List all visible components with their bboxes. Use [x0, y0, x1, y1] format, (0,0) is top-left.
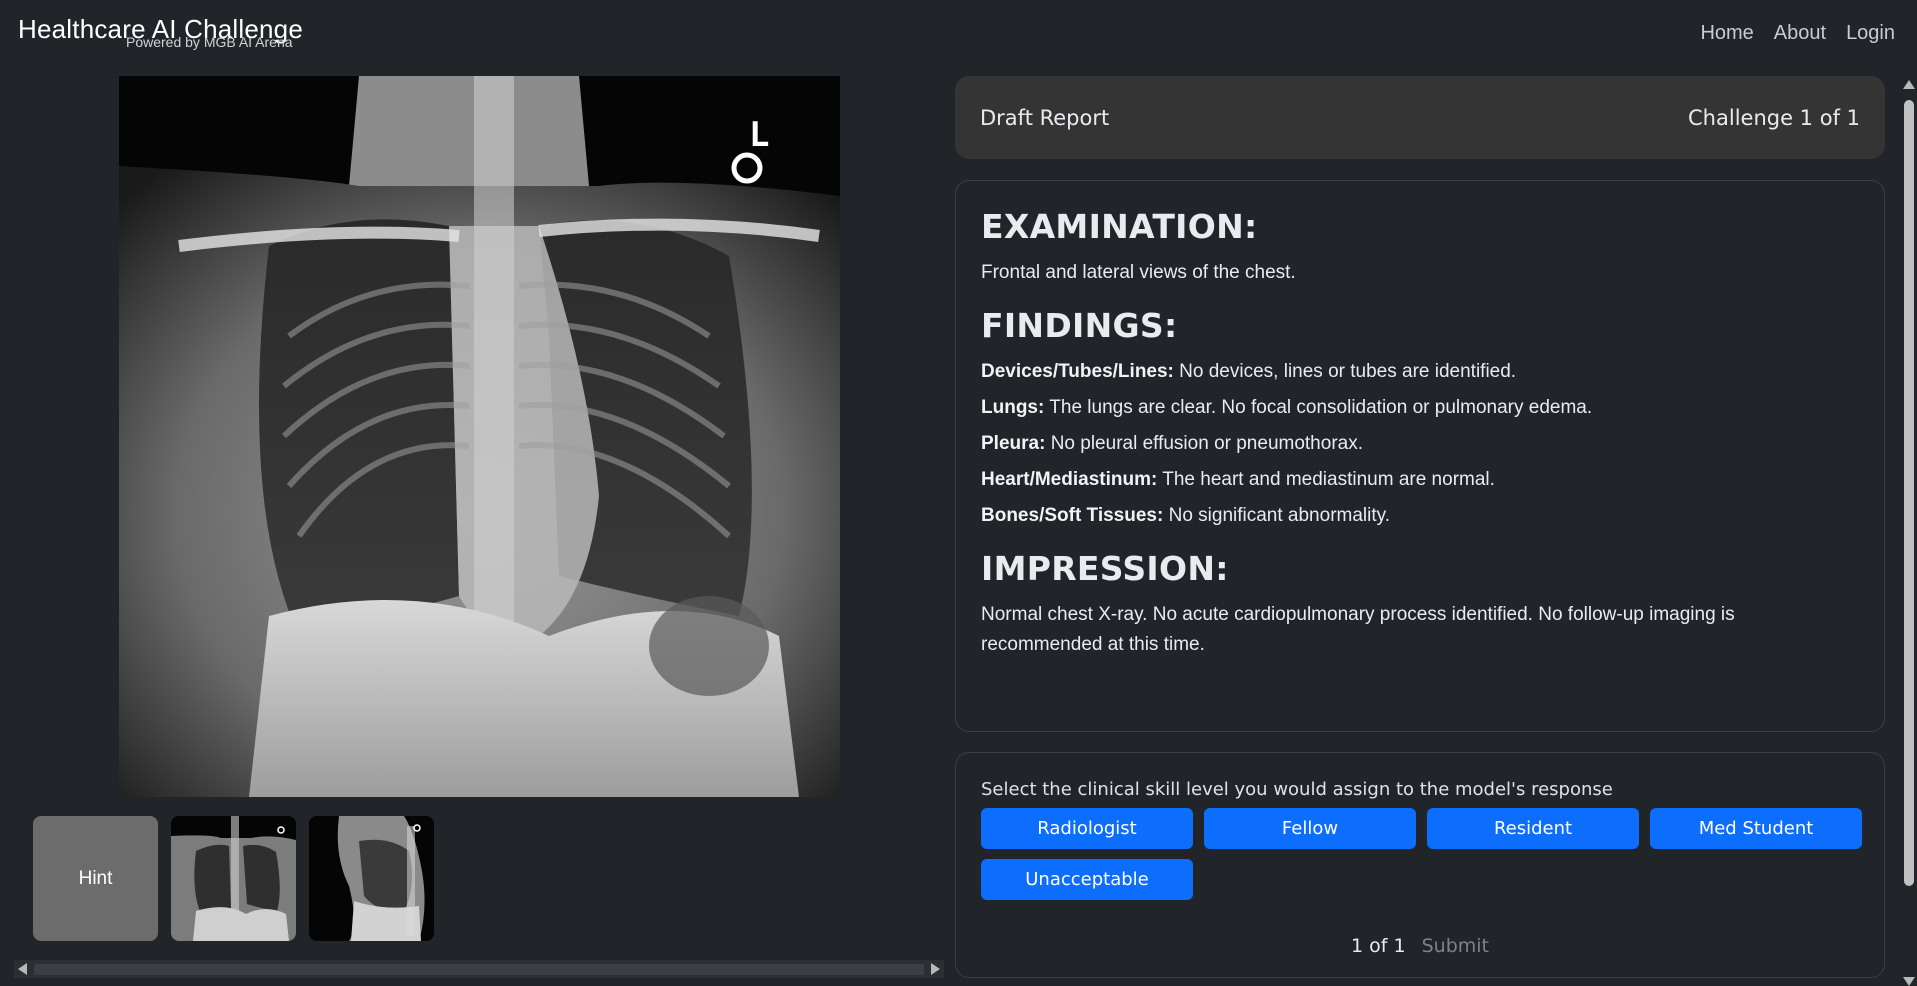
hint-button[interactable]: Hint: [33, 816, 158, 941]
finding-bones: Bones/Soft Tissues: No significant abnor…: [981, 505, 1391, 526]
draft-report-bar: Draft Report Challenge 1 of 1: [955, 76, 1885, 159]
finding-devices: Devices/Tubes/Lines: No devices, lines o…: [981, 361, 1517, 382]
skill-level-options: Radiologist Fellow Resident Med Student …: [981, 808, 1862, 900]
findings-section: FINDINGS: Devices/Tubes/Lines: No device…: [981, 306, 1859, 531]
unacceptable-button[interactable]: Unacceptable: [981, 859, 1193, 900]
top-nav: Home About Login: [1700, 22, 1895, 45]
skill-level-card: Select the clinical skill level you woul…: [955, 752, 1885, 978]
xray-main-image: L: [119, 76, 840, 797]
scroll-up-icon[interactable]: [1903, 80, 1915, 89]
page-count: 1 of 1: [1350, 935, 1406, 957]
vertical-scroll-thumb[interactable]: [1904, 100, 1914, 886]
image-thumbnails: Hint: [33, 816, 434, 941]
horizontal-scroll-thumb[interactable]: [34, 964, 924, 975]
fellow-button[interactable]: Fellow: [1204, 808, 1416, 849]
findings-heading: FINDINGS:: [981, 306, 1178, 345]
vertical-scrollbar[interactable]: [1900, 76, 1917, 986]
finding-lungs: Lungs: The lungs are clear. No focal con…: [981, 397, 1593, 418]
laterality-marker: L: [749, 115, 769, 155]
radiologist-button[interactable]: Radiologist: [981, 808, 1193, 849]
med-student-button[interactable]: Med Student: [1650, 808, 1862, 849]
skill-level-prompt: Select the clinical skill level you woul…: [981, 779, 1613, 800]
pager: 1 of 1 Submit: [956, 935, 1884, 957]
submit-button[interactable]: Submit: [1422, 935, 1489, 957]
impression-heading: IMPRESSION:: [981, 549, 1229, 588]
impression-section: IMPRESSION: Normal chest X-ray. No acute…: [981, 549, 1859, 660]
resident-button[interactable]: Resident: [1427, 808, 1639, 849]
examination-heading: EXAMINATION:: [981, 207, 1258, 246]
report-card: EXAMINATION: Frontal and lateral views o…: [955, 180, 1885, 732]
scroll-down-icon[interactable]: [1903, 977, 1915, 986]
nav-home-link[interactable]: Home: [1700, 22, 1753, 45]
scroll-right-icon[interactable]: [931, 963, 940, 975]
nav-login-link[interactable]: Login: [1846, 22, 1895, 45]
nav-about-link[interactable]: About: [1774, 22, 1826, 45]
impression-text: Normal chest X-ray. No acute cardiopulmo…: [981, 604, 1735, 655]
lateral-view-thumbnail[interactable]: [309, 816, 434, 941]
challenge-counter: Challenge 1 of 1: [1688, 105, 1860, 130]
finding-pleura: Pleura: No pleural effusion or pneumotho…: [981, 433, 1363, 454]
frontal-view-thumbnail[interactable]: [171, 816, 296, 941]
app-subtitle: Powered by MGB AI Arena: [126, 34, 293, 50]
finding-heart: Heart/Mediastinum: The heart and mediast…: [981, 469, 1495, 490]
examination-section: EXAMINATION: Frontal and lateral views o…: [981, 207, 1859, 288]
horizontal-scrollbar[interactable]: [14, 960, 944, 978]
examination-text: Frontal and lateral views of the chest.: [981, 262, 1296, 283]
draft-report-title: Draft Report: [980, 105, 1110, 130]
scroll-left-icon[interactable]: [18, 963, 27, 975]
